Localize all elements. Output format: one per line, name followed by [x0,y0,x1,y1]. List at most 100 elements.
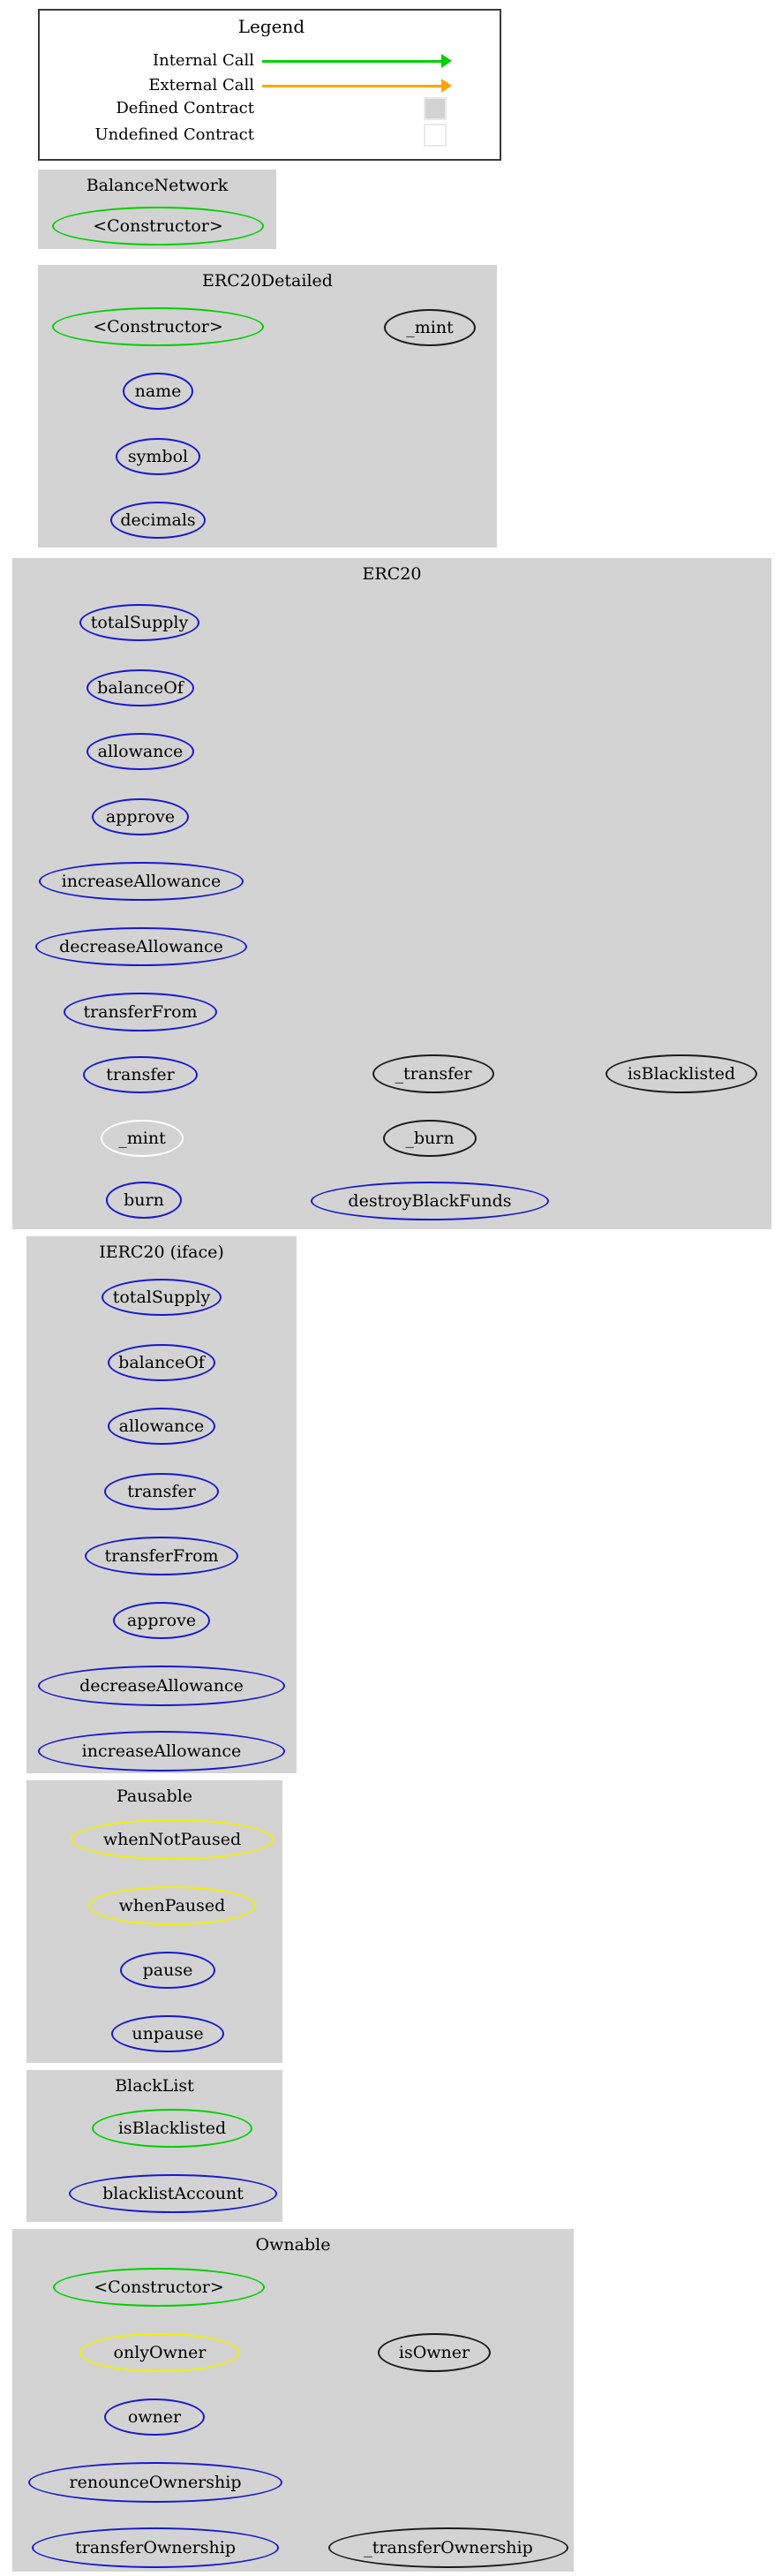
node-blacklist-isblacklisted[interactable]: isBlacklisted [92,2109,252,2148]
node-erc20-isblacklisted[interactable]: isBlacklisted [605,1054,757,1093]
legend-row-external-call: External Call [40,76,503,95]
node-label: balanceOf [97,678,184,698]
node-pausable-whenpaused[interactable]: whenPaused [88,1886,256,1925]
node-label: increaseAllowance [81,1741,242,1761]
cluster-title-pausable: Pausable [116,1787,193,1806]
node-ownable-constructor[interactable]: <Constructor> [53,2268,265,2307]
node-label: renounceOwnership [69,2473,242,2492]
node-label: <Constructor> [93,317,223,336]
node-ierc20-allowance[interactable]: allowance [108,1408,215,1445]
cluster-title-ownable: Ownable [255,2235,331,2255]
external-call-line-icon [262,85,443,87]
node-erc20-increaseallowance[interactable]: increaseAllowance [39,862,244,901]
node-label: owner [127,2407,182,2427]
node-pausable-whennotpaused[interactable]: whenNotPaused [71,1819,274,1860]
node-label: transfer [127,1482,196,1501]
cluster-title-blacklist: BlackList [115,2076,194,2096]
cluster-ierc20: IERC20 (iface) totalSupply balanceOf all… [26,1236,297,1773]
node-balancenetwork-constructor[interactable]: <Constructor> [52,207,264,246]
node-erc20-approve[interactable]: approve [92,798,189,835]
node-label: isBlacklisted [117,2119,227,2138]
node-ownable-isowner[interactable]: isOwner [378,2333,491,2372]
node-label: transfer [106,1065,175,1084]
node-erc20detailed-name[interactable]: name [123,373,193,410]
node-label: blacklistAccount [102,2184,244,2203]
node-label: approve [126,1611,197,1630]
node-ownable-renounceownership[interactable]: renounceOwnership [28,2462,282,2503]
cluster-erc20detailed: ERC20Detailed <Constructor> _mint name s… [38,265,497,548]
legend-row-internal-call: Internal Call [40,51,503,71]
node-erc20-transferfrom[interactable]: transferFrom [64,993,217,1031]
node-ierc20-transferfrom[interactable]: transferFrom [85,1537,238,1575]
external-call-arrow-icon [441,79,452,93]
node-label: _mint [118,1129,166,1148]
node-ierc20-balanceof[interactable]: balanceOf [108,1344,215,1381]
node-erc20-decreaseallowance[interactable]: decreaseAllowance [35,927,247,966]
node-erc20-_burn[interactable]: _burn [383,1120,477,1157]
defined-contract-swatch-icon [424,97,447,120]
legend-label-internal-call: Internal Call [152,51,254,70]
cluster-ownable: Ownable <Constructor> onlyOwner isOwner … [12,2229,574,2572]
node-label: allowance [97,742,184,761]
legend-label-defined-contract: Defined Contract [116,99,254,117]
node-pausable-unpause[interactable]: unpause [111,2015,224,2052]
cluster-blacklist: BlackList isBlacklisted blacklistAccount [26,2070,282,2222]
internal-call-line-icon [262,60,443,63]
node-ownable-_transferownership[interactable]: _transferOwnership [328,2527,568,2568]
node-pausable-pause[interactable]: pause [120,1952,215,1989]
node-label: transferFrom [104,1546,219,1566]
node-erc20-totalsupply[interactable]: totalSupply [79,604,199,641]
node-label: transferFrom [83,1002,198,1022]
node-label: <Constructor> [94,2278,224,2297]
node-ierc20-decreaseallowance[interactable]: decreaseAllowance [38,1666,285,1706]
cluster-pausable: Pausable whenNotPaused whenPaused pause … [26,1780,282,2063]
node-ownable-transferownership[interactable]: transferOwnership [32,2527,279,2568]
node-label: transferOwnership [74,2538,237,2557]
cluster-title-ierc20: IERC20 (iface) [99,1243,224,1262]
node-erc20detailed-mint[interactable]: _mint [384,309,476,346]
node-ownable-onlyowner[interactable]: onlyOwner [79,2333,240,2372]
node-label: decimals [120,510,196,530]
legend: Legend Internal Call External Call Defin… [38,9,501,161]
node-label: pause [142,1960,193,1980]
node-erc20detailed-symbol[interactable]: symbol [116,438,200,475]
legend-label-undefined-contract: Undefined Contract [94,125,254,144]
node-erc20-transfer[interactable]: transfer [83,1056,198,1093]
node-label: decreaseAllowance [59,937,223,956]
node-erc20detailed-constructor[interactable]: <Constructor> [52,307,264,346]
node-label: approve [105,807,176,827]
node-label: whenPaused [118,1896,226,1915]
node-label: destroyBlackFunds [348,1191,512,1211]
node-label: _transfer [395,1064,472,1084]
node-ownable-owner[interactable]: owner [104,2398,205,2436]
node-label: balanceOf [118,1353,205,1372]
legend-row-undefined-contract: Undefined Contract [40,124,503,147]
node-erc20-_mint[interactable]: _mint [101,1120,184,1157]
node-label: isBlacklisted [627,1064,736,1084]
node-label: whenNotPaused [102,1830,242,1849]
node-ierc20-totalsupply[interactable]: totalSupply [102,1279,222,1316]
node-erc20detailed-decimals[interactable]: decimals [110,502,206,539]
node-label: allowance [118,1416,205,1436]
cluster-title-balancenetwork: BalanceNetwork [86,176,229,195]
node-ierc20-transfer[interactable]: transfer [104,1473,219,1510]
node-erc20-burn[interactable]: burn [106,1182,182,1219]
node-erc20-destroyblackfunds[interactable]: destroyBlackFunds [311,1182,549,1220]
node-label: onlyOwner [113,2343,207,2362]
node-label: _transferOwnership [364,2538,533,2557]
node-erc20-allowance[interactable]: allowance [86,733,194,770]
node-label: _burn [405,1129,455,1148]
node-erc20-_transfer[interactable]: _transfer [372,1054,494,1093]
node-label: isOwner [398,2343,470,2362]
node-ierc20-approve[interactable]: approve [113,1602,210,1639]
node-ierc20-increaseallowance[interactable]: increaseAllowance [38,1731,285,1771]
node-blacklist-blacklistaccount[interactable]: blacklistAccount [69,2174,277,2213]
node-label: totalSupply [90,613,189,632]
call-graph-diagram: Legend Internal Call External Call Defin… [0,0,782,2576]
legend-label-external-call: External Call [148,76,254,94]
node-erc20-balanceof[interactable]: balanceOf [86,669,194,706]
node-label: <Constructor> [93,216,223,236]
node-label: _mint [406,318,454,337]
node-label: unpause [132,2024,204,2043]
internal-call-arrow-icon [441,54,452,68]
